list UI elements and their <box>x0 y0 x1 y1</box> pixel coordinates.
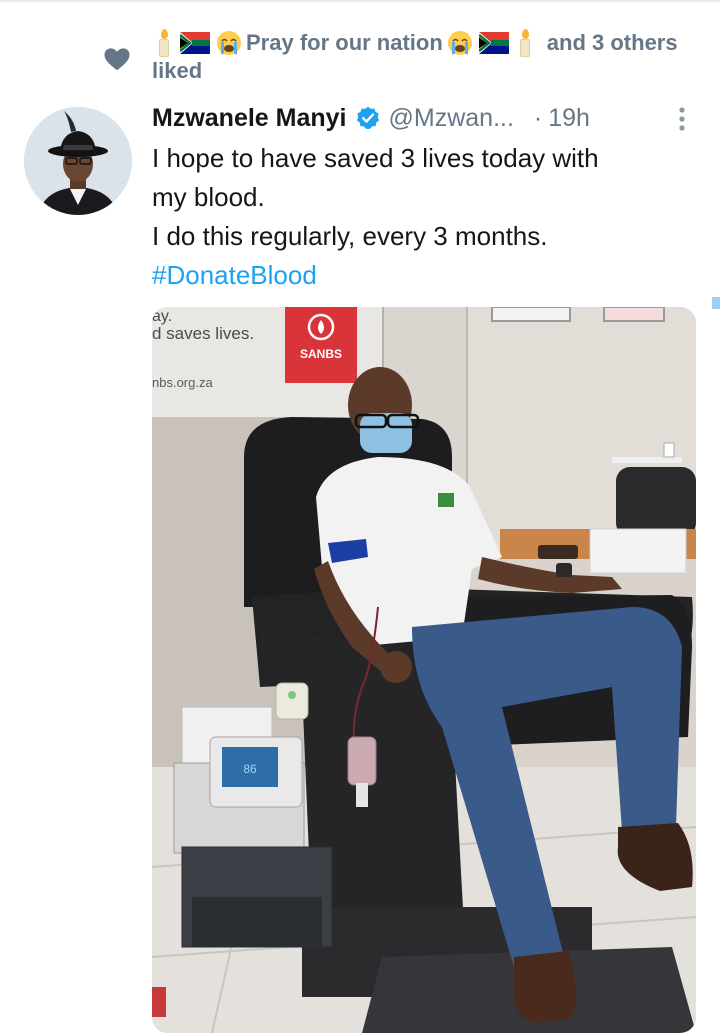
verified-badge-icon <box>356 106 379 130</box>
crying-face-icon <box>447 31 472 55</box>
south-africa-flag-icon <box>478 32 509 54</box>
tweet-time[interactable]: 19h <box>548 104 590 133</box>
liked-label: liked <box>152 58 203 83</box>
poster-url: nbs.org.za <box>152 375 213 390</box>
blood-donation-photo: ay. d saves lives. nbs.org.za SANBS 86 <box>152 307 696 1033</box>
avatar[interactable] <box>24 107 132 215</box>
tweet-header: Mzwanele Manyi @Mzwan... · 19h <box>152 100 590 136</box>
poster-text-line: d saves lives. <box>152 324 254 343</box>
more-options-icon[interactable] <box>672 104 692 134</box>
author-handle[interactable]: @Mzwan... <box>389 104 514 133</box>
monitor-reading: 86 <box>243 762 257 776</box>
author-name[interactable]: Mzwanele Manyi <box>152 104 347 133</box>
candle-emoji-icon <box>518 29 532 57</box>
tweet-text-line: I do this regularly, every 3 months. <box>152 221 548 251</box>
tweet-photo[interactable]: ay. d saves lives. nbs.org.za SANBS 86 <box>152 307 696 1033</box>
heart-icon <box>104 48 130 71</box>
tweet-text-line: I hope to have saved 3 lives today with <box>152 143 599 173</box>
crying-face-icon <box>217 31 241 55</box>
top-divider <box>0 0 720 2</box>
candle-emoji-icon <box>157 29 171 57</box>
scroll-indicator <box>712 297 720 309</box>
tweet-text-line: my blood. <box>152 182 265 212</box>
group-name: Pray for our nation <box>246 30 443 55</box>
hashtag-link[interactable]: #DonateBlood <box>152 256 708 295</box>
poster-text-top: ay. <box>152 308 172 325</box>
south-africa-flag-icon <box>180 32 210 54</box>
avatar-image <box>24 107 132 215</box>
tweet-text: I hope to have saved 3 lives today with … <box>152 139 708 295</box>
others-liked-text: and 3 others <box>546 30 678 55</box>
sanbs-logo-text: SANBS <box>300 347 342 361</box>
separator: · <box>533 103 543 132</box>
social-context[interactable]: Pray for our nation and 3 others <box>152 26 678 60</box>
